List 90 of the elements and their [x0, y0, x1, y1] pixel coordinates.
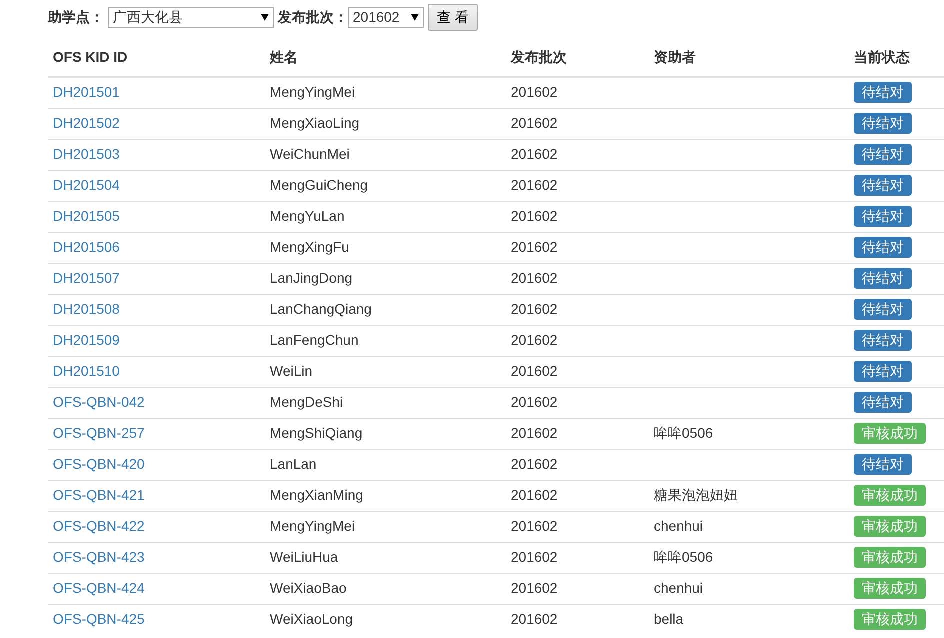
batch-cell: 201602 [506, 139, 649, 170]
column-header: 当前状态 [849, 39, 944, 77]
status-label: 待结对 [854, 361, 912, 382]
column-header: 发布批次 [506, 39, 649, 77]
status-label: 审核成功 [854, 485, 926, 506]
column-header: 姓名 [265, 39, 506, 77]
kid-id-link[interactable]: OFS-QBN-042 [53, 394, 145, 410]
sponsor-cell: bella [649, 604, 849, 635]
name-cell: WeiLin [265, 356, 506, 387]
batch-cell: 201602 [506, 263, 649, 294]
sponsor-cell: 哞哞0506 [649, 418, 849, 449]
kid-id-link[interactable]: DH201508 [53, 301, 120, 317]
status-label: 待结对 [854, 454, 912, 475]
kid-id-link[interactable]: DH201506 [53, 239, 120, 255]
kid-id-link[interactable]: DH201502 [53, 115, 120, 131]
batch-cell: 201602 [506, 604, 649, 635]
batch-cell: 201602 [506, 232, 649, 263]
batch-cell: 201602 [506, 480, 649, 511]
column-header: 资助者 [649, 39, 849, 77]
batch-cell: 201602 [506, 449, 649, 480]
kid-id-link[interactable]: OFS-QBN-422 [53, 518, 145, 534]
batch-cell: 201602 [506, 108, 649, 139]
status-label: 待结对 [854, 392, 912, 413]
name-cell: LanLan [265, 449, 506, 480]
site-select[interactable]: 广西大化县 [108, 7, 274, 28]
name-cell: MengXingFu [265, 232, 506, 263]
name-cell: LanChangQiang [265, 294, 506, 325]
view-button[interactable]: 查 看 [428, 4, 478, 31]
name-cell: LanFengChun [265, 325, 506, 356]
name-cell: MengDeShi [265, 387, 506, 418]
site-label: 助学点： [48, 8, 104, 27]
status-label: 待结对 [854, 237, 912, 258]
batch-cell: 201602 [506, 511, 649, 542]
kid-id-link[interactable]: DH201510 [53, 363, 120, 379]
status-label: 待结对 [854, 82, 912, 104]
name-cell: MengYuLan [265, 201, 506, 232]
name-cell: WeiLiuHua [265, 542, 506, 573]
kid-id-link[interactable]: DH201507 [53, 270, 120, 286]
name-cell: WeiXiaoLong [265, 604, 506, 635]
kid-id-link[interactable]: OFS-QBN-425 [53, 611, 145, 628]
kid-id-link[interactable]: DH201509 [53, 332, 120, 348]
name-cell: WeiXiaoBao [265, 573, 506, 604]
batch-cell: 201602 [506, 325, 649, 356]
batch-select[interactable]: 201602 [348, 7, 424, 28]
batch-cell: 201602 [506, 542, 649, 573]
status-label: 待结对 [854, 299, 912, 320]
status-label: 审核成功 [854, 547, 926, 568]
batch-cell: 201602 [506, 387, 649, 418]
status-label: 待结对 [854, 175, 912, 196]
batch-cell: 201602 [506, 418, 649, 449]
sponsor-cell: 糖果泡泡妞妞 [649, 480, 849, 511]
name-cell: WeiChunMei [265, 139, 506, 170]
name-cell: MengShiQiang [265, 418, 506, 449]
caret-icon [411, 14, 419, 21]
status-label: 审核成功 [854, 578, 926, 599]
status-label: 审核成功 [854, 423, 926, 444]
kid-id-link[interactable]: OFS-QBN-424 [53, 580, 145, 596]
kid-id-link[interactable]: DH201505 [53, 208, 120, 224]
kid-id-link[interactable]: OFS-QBN-421 [53, 487, 145, 503]
sponsor-cell: chenhui [649, 511, 849, 542]
batch-cell: 201602 [506, 294, 649, 325]
status-label: 审核成功 [854, 609, 926, 630]
kid-id-link[interactable]: OFS-QBN-257 [53, 425, 145, 441]
kid-id-link[interactable]: DH201501 [53, 84, 120, 100]
status-label: 待结对 [854, 206, 912, 227]
name-cell: MengYingMei [265, 511, 506, 542]
batch-cell: 201602 [506, 201, 649, 232]
name-cell: MengYingMei [265, 77, 506, 108]
kid-id-link[interactable]: OFS-QBN-423 [53, 549, 145, 565]
sponsor-cell: 哞哞0506 [649, 542, 849, 573]
name-cell: MengXiaoLing [265, 108, 506, 139]
status-label: 审核成功 [854, 516, 926, 537]
batch-cell: 201602 [506, 356, 649, 387]
kid-id-link[interactable]: DH201503 [53, 146, 120, 162]
status-label: 待结对 [854, 330, 912, 351]
batch-cell: 201602 [506, 77, 649, 108]
name-cell: MengXianMing [265, 480, 506, 511]
caret-icon [261, 14, 269, 21]
column-header: OFS KID ID [48, 39, 265, 77]
name-cell: LanJingDong [265, 263, 506, 294]
status-label: 待结对 [854, 268, 912, 289]
kid-id-link[interactable]: DH201504 [53, 177, 120, 193]
sponsor-cell: chenhui [649, 573, 849, 604]
batch-cell: 201602 [506, 573, 649, 604]
batch-cell: 201602 [506, 170, 649, 201]
batch-label: 发布批次： [278, 8, 348, 27]
kid-id-link[interactable]: OFS-QBN-420 [53, 456, 145, 472]
status-label: 待结对 [854, 113, 912, 134]
name-cell: MengGuiCheng [265, 170, 506, 201]
status-label: 待结对 [854, 144, 912, 165]
